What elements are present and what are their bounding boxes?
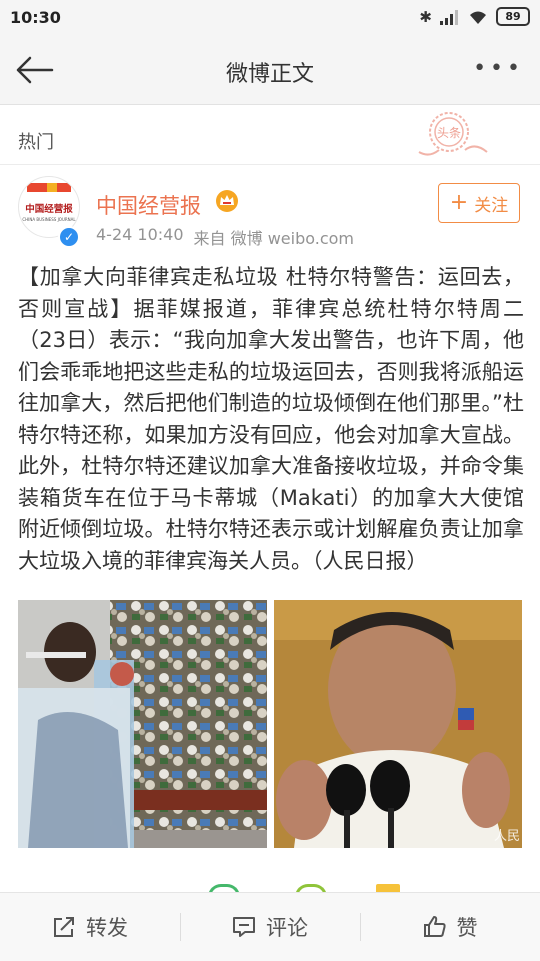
like-button[interactable]: 赞 <box>360 893 540 961</box>
more-options-icon[interactable]: ••• <box>473 56 524 81</box>
post-timestamp: 4-24 10:40 <box>96 225 184 244</box>
wifi-icon <box>470 11 486 24</box>
svg-text:中国经营报: 中国经营报 <box>25 203 73 215</box>
bluetooth-icon: ✱ <box>419 7 432 26</box>
image-watermark: 人民 <box>493 829 520 844</box>
repost-button[interactable]: 转发 <box>0 893 180 961</box>
page-title: 微博正文 <box>225 62 314 87</box>
repost-label: 转发 <box>86 916 128 940</box>
author-name[interactable]: 中国经营报 <box>96 190 201 220</box>
plus-icon: + <box>449 190 469 215</box>
like-label: 赞 <box>456 916 478 940</box>
status-icons: ✱ 89 <box>419 7 530 26</box>
verified-badge-icon: ✓ <box>58 226 80 248</box>
comment-button[interactable]: 评论 <box>180 893 360 961</box>
status-time: 10:30 <box>10 8 61 27</box>
navigation-bar: 微博正文 ••• <box>0 36 540 105</box>
comment-icon <box>233 917 255 937</box>
comment-label: 评论 <box>266 916 308 940</box>
headline-stamp-icon: 头条 <box>418 112 488 156</box>
follow-label: 关注 <box>474 195 509 216</box>
vip-crown-icon <box>216 190 238 212</box>
post-meta: 4-24 10:40 来自 微博 weibo.com <box>96 225 354 249</box>
svg-text:CHINA BUSINESS JOURNAL: CHINA BUSINESS JOURNAL <box>22 217 76 222</box>
post-image-duterte[interactable]: 人民 <box>274 600 522 848</box>
thumbs-up-icon <box>423 916 446 937</box>
bottom-action-bar: 转发 评论 赞 <box>0 892 540 961</box>
signal-icon <box>440 9 460 25</box>
post-body: 【加拿大向菲律宾走私垃圾 杜特尔特警告：运回去，否则宣战】据菲媒报道，菲律宾总统… <box>18 265 524 573</box>
hot-section: 热门 头条 <box>0 112 540 165</box>
post-image-garbage[interactable] <box>18 600 267 848</box>
follow-button[interactable]: + 关注 <box>438 183 520 223</box>
post-source: 来自 微博 weibo.com <box>193 229 354 248</box>
hot-label: 热门 <box>18 132 54 153</box>
svg-text:头条: 头条 <box>437 126 461 140</box>
share-icon <box>54 917 74 937</box>
battery-icon: 89 <box>496 7 530 26</box>
status-bar: 10:30 ✱ 89 <box>0 0 540 36</box>
